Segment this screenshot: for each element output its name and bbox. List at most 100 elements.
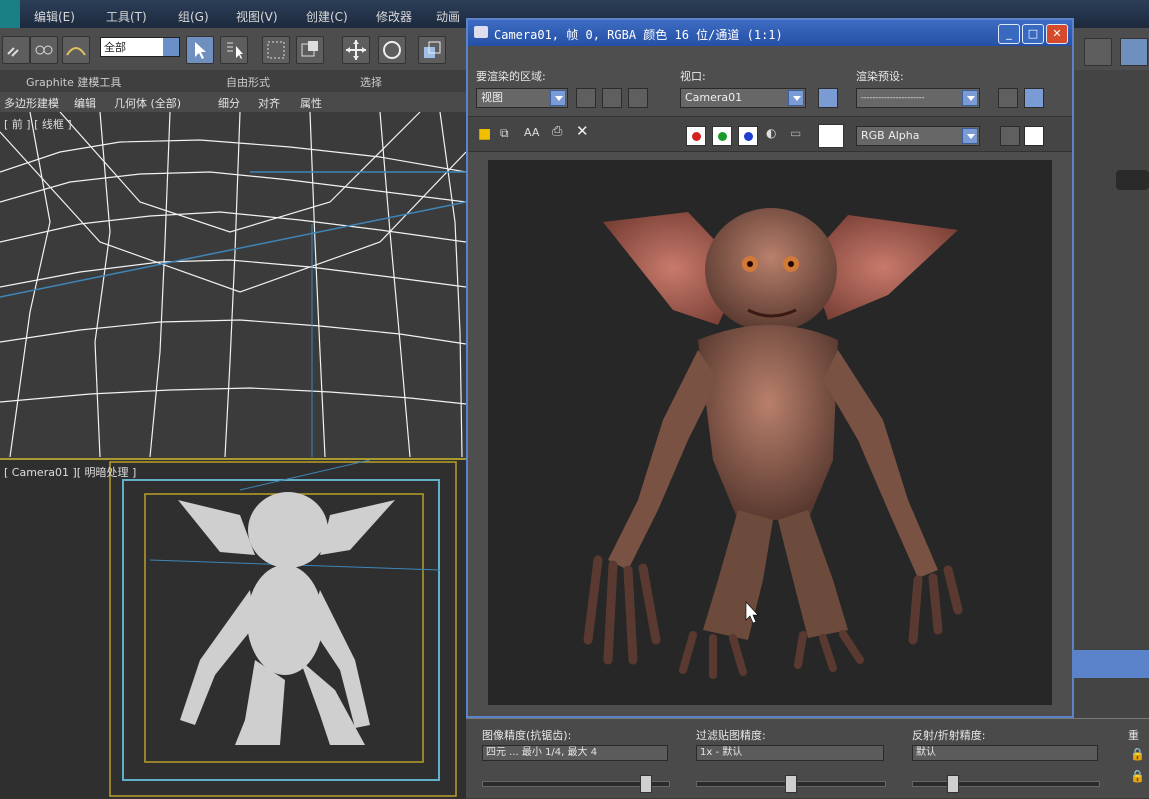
render-window-titlebar[interactable]: Camera01, 帧 0, RGBA 颜色 16 位/通道 (1:1) _ □… bbox=[468, 20, 1072, 46]
display-channel-dropdown[interactable]: RGB Alpha bbox=[856, 126, 980, 146]
panel-subdivision[interactable]: 细分 bbox=[218, 95, 240, 111]
chevron-down-icon bbox=[962, 128, 978, 144]
tab-selection[interactable]: 选择 bbox=[360, 74, 382, 90]
render-settings-panel: 图像精度(抗锯齿): 四元 ... 最小 1/4, 最大 4 过滤贴图精度: 1… bbox=[466, 718, 1149, 798]
front-viewport[interactable]: [ 前 ] [ 线框 ] bbox=[0, 112, 466, 457]
viewport-label-front[interactable]: [ 前 ] [ 线框 ] bbox=[4, 116, 72, 132]
save-image-icon[interactable]: ■ bbox=[478, 126, 491, 142]
selection-filter-dropdown[interactable]: 全部 bbox=[100, 37, 180, 57]
area-to-render-value: 视图 bbox=[481, 91, 503, 104]
tab-graphite-modeling[interactable]: Graphite 建模工具 bbox=[26, 74, 121, 90]
graphite-ribbon: Graphite 建模工具 自由形式 选择 bbox=[0, 70, 470, 92]
viewport-value: Camera01 bbox=[685, 91, 743, 104]
render-icon[interactable] bbox=[1024, 88, 1044, 108]
reflection-precision-field[interactable]: 默认 bbox=[912, 745, 1098, 761]
edit-region-icon[interactable] bbox=[576, 88, 596, 108]
area-to-render-dropdown[interactable]: 视图 bbox=[476, 88, 568, 108]
image-precision-slider-thumb[interactable] bbox=[640, 775, 653, 793]
scale-icon[interactable] bbox=[418, 36, 446, 64]
minimize-button[interactable]: _ bbox=[998, 24, 1020, 44]
rotate-icon[interactable] bbox=[378, 36, 406, 64]
menu-group[interactable]: 组(G) bbox=[178, 8, 209, 25]
auto-region-icon[interactable] bbox=[602, 88, 622, 108]
reflection-precision-slider-track[interactable] bbox=[912, 781, 1100, 787]
background-color-swatch[interactable] bbox=[818, 124, 844, 148]
rect-select-region-icon[interactable] bbox=[262, 36, 290, 64]
unlink-icon[interactable] bbox=[30, 36, 58, 64]
image-precision-field[interactable]: 四元 ... 最小 1/4, 最大 4 bbox=[482, 745, 668, 761]
ribbon-panels: 多边形建模 编辑 几何体 (全部) 细分 对齐 属性 bbox=[0, 92, 470, 112]
select-object-icon[interactable] bbox=[186, 36, 214, 64]
menu-create[interactable]: 创建(C) bbox=[306, 8, 348, 25]
bind-spacewarp-icon[interactable] bbox=[62, 36, 90, 64]
reflection-precision-slider-thumb[interactable] bbox=[947, 775, 960, 793]
filter-map-slider-thumb[interactable] bbox=[785, 775, 797, 793]
lock-viewport-icon[interactable] bbox=[818, 88, 838, 108]
render-window-title: Camera01, 帧 0, RGBA 颜色 16 位/通道 (1:1) bbox=[494, 28, 783, 42]
menu-tools[interactable]: 工具(T) bbox=[106, 8, 147, 25]
app-logo-icon[interactable] bbox=[0, 0, 20, 28]
panel-geometry[interactable]: 几何体 (全部) bbox=[114, 95, 181, 111]
chevron-down-icon bbox=[163, 38, 179, 56]
command-panel bbox=[1074, 38, 1149, 797]
panel-polygon-modeling[interactable]: 多边形建模 bbox=[4, 95, 59, 111]
rendered-image[interactable] bbox=[488, 160, 1052, 705]
reflection-precision-label: 反射/折射精度: bbox=[912, 729, 986, 742]
filter-map-field[interactable]: 1x - 默认 bbox=[696, 745, 884, 761]
goblin-render bbox=[583, 208, 963, 679]
window-crossing-icon[interactable] bbox=[296, 36, 324, 64]
render-teapot-icon[interactable] bbox=[1084, 38, 1112, 66]
toggle-ui-overlay-icon[interactable] bbox=[1000, 126, 1020, 146]
camera-icon bbox=[474, 26, 488, 38]
lock-icon[interactable]: 🔒 bbox=[1130, 769, 1145, 783]
reflection-precision-value: 默认 bbox=[916, 747, 936, 758]
wireframe-mesh bbox=[0, 112, 466, 457]
monochrome-icon[interactable]: ▭ bbox=[790, 126, 801, 140]
clone-window-icon[interactable]: AA bbox=[524, 126, 539, 139]
filter-map-label: 过滤贴图精度: bbox=[696, 729, 766, 742]
panel-properties[interactable]: 属性 bbox=[300, 95, 322, 111]
red-channel-icon bbox=[692, 132, 701, 141]
green-channel-icon bbox=[718, 132, 727, 141]
move-icon[interactable] bbox=[342, 36, 370, 64]
panel-edit[interactable]: 编辑 bbox=[74, 95, 96, 111]
menu-views[interactable]: 视图(V) bbox=[236, 8, 278, 25]
image-precision-label: 图像精度(抗锯齿): bbox=[482, 729, 572, 742]
menu-edit[interactable]: 编辑(E) bbox=[34, 8, 75, 25]
copy-image-icon[interactable]: ⧉ bbox=[500, 126, 509, 141]
filter-map-value: 1x - 默认 bbox=[700, 747, 743, 758]
viewport-label: 视口: bbox=[680, 70, 706, 83]
rerender-label: 重 bbox=[1128, 729, 1139, 742]
menu-modifiers[interactable]: 修改器 bbox=[376, 8, 412, 25]
shaded-creature-model bbox=[109, 460, 457, 797]
viewport-label-camera[interactable]: [ Camera01 ][ 明暗处理 ] bbox=[4, 464, 136, 480]
print-image-icon[interactable]: ⎙ bbox=[552, 124, 562, 139]
chevron-down-icon bbox=[962, 90, 978, 106]
menu-animation[interactable]: 动画 bbox=[436, 8, 460, 25]
red-channel-toggle[interactable] bbox=[686, 126, 706, 146]
camera-viewport[interactable]: [ Camera01 ][ 明暗处理 ] bbox=[0, 458, 466, 799]
render-preset-dropdown[interactable]: ---------------------- bbox=[856, 88, 980, 108]
selection-filter-value: 全部 bbox=[104, 41, 126, 54]
image-precision-value: 四元 ... 最小 1/4, 最大 4 bbox=[486, 747, 598, 758]
close-button[interactable]: ✕ bbox=[1046, 24, 1068, 44]
clear-icon[interactable]: ✕ bbox=[576, 122, 589, 140]
viewport-dropdown[interactable]: Camera01 bbox=[680, 88, 806, 108]
toggle-ui-icon[interactable] bbox=[1024, 126, 1044, 146]
render-setup-icon[interactable] bbox=[998, 88, 1018, 108]
area-to-render-label: 要渲染的区域: bbox=[476, 70, 546, 83]
render-frame-window-icon[interactable] bbox=[1120, 38, 1148, 66]
blue-channel-icon bbox=[744, 132, 753, 141]
chevron-down-icon bbox=[788, 90, 804, 106]
crop-icon[interactable] bbox=[628, 88, 648, 108]
panel-align[interactable]: 对齐 bbox=[258, 95, 280, 111]
render-preset-value: ---------------------- bbox=[861, 93, 925, 102]
maximize-button[interactable]: □ bbox=[1022, 24, 1044, 44]
lock-icon[interactable]: 🔒 bbox=[1130, 747, 1145, 761]
select-by-name-icon[interactable] bbox=[220, 36, 248, 64]
green-channel-toggle[interactable] bbox=[712, 126, 732, 146]
tab-freeform[interactable]: 自由形式 bbox=[226, 74, 270, 90]
alpha-channel-icon[interactable]: ◐ bbox=[766, 126, 776, 140]
link-icon[interactable] bbox=[2, 36, 30, 64]
blue-channel-toggle[interactable] bbox=[738, 126, 758, 146]
